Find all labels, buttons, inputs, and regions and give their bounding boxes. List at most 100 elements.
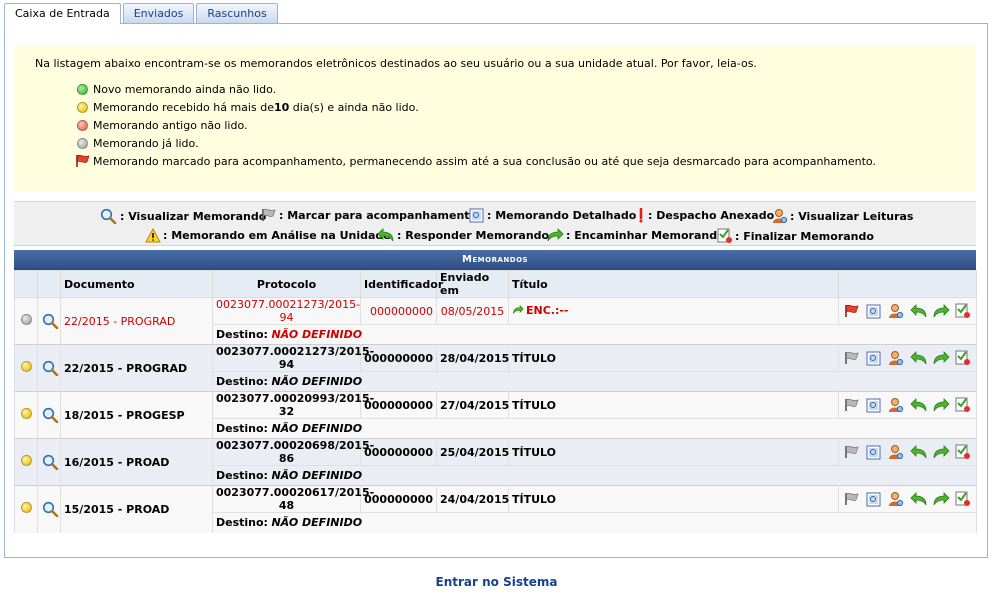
reply-arrow-icon xyxy=(377,228,395,243)
finalize-doc-icon[interactable] xyxy=(954,442,973,462)
forward-arrow-icon[interactable] xyxy=(931,442,950,462)
gray-flag-icon xyxy=(261,208,277,222)
user-reader-icon[interactable] xyxy=(887,301,906,321)
gray-flag-icon[interactable] xyxy=(842,442,861,462)
destino-label: Destino: xyxy=(216,469,268,482)
red-flag-icon[interactable] xyxy=(842,301,861,321)
forward-arrow-icon[interactable] xyxy=(931,301,950,321)
cell-titulo: TÍTULO xyxy=(508,344,839,372)
destino-label: Destino: xyxy=(216,328,268,341)
view-memo-button[interactable] xyxy=(41,405,61,425)
yellow-dot-icon xyxy=(20,455,32,466)
cell-documento: 22/2015 - PROGRAD xyxy=(60,297,213,345)
legend-marcar: : Marcar para acompanhamento xyxy=(261,208,477,222)
table-header-row: Documento Protocolo Identificador Enviad… xyxy=(14,270,977,298)
table-row: 15/2015 - PROAD 0023077.00020617/2015-48… xyxy=(14,485,977,533)
cell-enviado: 28/04/2015 xyxy=(436,344,509,372)
cell-enviado: 08/05/2015 xyxy=(436,297,509,325)
destino-value: NÃO DEFINIDO xyxy=(271,328,363,341)
gray-flag-icon[interactable] xyxy=(842,489,861,509)
col-titulo: Título xyxy=(508,270,839,298)
finalize-doc-icon[interactable] xyxy=(954,301,973,321)
legend-finalizar: : Finalizar Memorando xyxy=(717,228,874,244)
forward-arrow-icon xyxy=(546,228,564,243)
detail-doc-icon[interactable] xyxy=(864,348,883,368)
destino-value: NÃO DEFINIDO xyxy=(271,422,363,435)
reply-arrow-icon[interactable] xyxy=(909,395,928,415)
cell-protocolo: 0023077.00021273/2015-94 xyxy=(212,344,374,372)
reply-arrow-icon[interactable] xyxy=(909,301,928,321)
yellow-dot-icon xyxy=(20,408,32,419)
user-reader-icon[interactable] xyxy=(887,442,906,462)
legend-analise: : Memorando em Análise na Unidade xyxy=(145,228,391,243)
user-reader-icon[interactable] xyxy=(887,348,906,368)
red-dot-icon xyxy=(77,119,88,131)
forward-arrow-icon[interactable] xyxy=(931,395,950,415)
finalize-doc-icon[interactable] xyxy=(954,348,973,368)
table-caption: Memorandos xyxy=(14,250,976,270)
forward-arrow-icon[interactable] xyxy=(931,348,950,368)
table-row: 18/2015 - PROGESP 0023077.00020993/2015-… xyxy=(14,391,977,439)
cell-titulo: TÍTULO xyxy=(508,485,839,513)
cell-documento: 16/2015 - PROAD xyxy=(60,438,213,486)
magnifier-icon xyxy=(100,208,118,224)
user-reader-icon[interactable] xyxy=(887,395,906,415)
gray-flag-icon[interactable] xyxy=(842,348,861,368)
finalize-doc-icon[interactable] xyxy=(954,489,973,509)
cell-titulo: TÍTULO xyxy=(508,438,839,466)
col-enviado: Enviado em xyxy=(436,270,509,298)
info-box: Na listagem abaixo encontram-se os memor… xyxy=(14,45,976,192)
cell-identificador: 000000000 xyxy=(360,297,437,325)
encaminhado-title: ENC.:-- xyxy=(512,304,569,317)
login-link[interactable]: Entrar no Sistema xyxy=(0,575,993,589)
user-reader-icon xyxy=(772,208,788,224)
legend-visualizar: : Visualizar Memorando xyxy=(100,208,266,224)
view-memo-button[interactable] xyxy=(41,311,61,331)
reply-arrow-icon[interactable] xyxy=(909,442,928,462)
user-reader-icon[interactable] xyxy=(887,489,906,509)
cell-enviado: 24/04/2015 xyxy=(436,485,509,513)
gray-dot-icon xyxy=(77,137,88,149)
reply-arrow-icon[interactable] xyxy=(909,489,928,509)
view-memo-button[interactable] xyxy=(41,452,61,472)
tab-caixa-de-entrada[interactable]: Caixa de Entrada xyxy=(4,3,121,24)
detail-doc-icon[interactable] xyxy=(864,395,883,415)
cell-protocolo: 0023077.00021273/2015-94 xyxy=(212,297,361,325)
legend-responder: : Responder Memorando xyxy=(377,228,549,243)
yellow-dot-icon xyxy=(20,502,32,514)
detail-doc-icon[interactable] xyxy=(864,301,883,321)
exclamation-icon xyxy=(636,208,646,223)
legend-leituras: : Visualizar Leituras xyxy=(772,208,913,224)
destino-label: Destino: xyxy=(216,422,268,435)
cell-enviado: 27/04/2015 xyxy=(436,391,509,419)
col-protocolo: Protocolo xyxy=(212,270,361,298)
finalize-doc-icon[interactable] xyxy=(954,395,973,415)
destino-value: NÃO DEFINIDO xyxy=(271,375,363,388)
view-memo-button[interactable] xyxy=(41,358,61,378)
reply-arrow-icon[interactable] xyxy=(909,348,928,368)
legend-detalhado: : Memorando Detalhado xyxy=(469,208,636,223)
cell-protocolo: 0023077.00020698/2015-86 xyxy=(212,438,374,466)
forward-arrow-icon[interactable] xyxy=(931,489,950,509)
row-actions xyxy=(842,301,973,321)
yellow-dot-icon xyxy=(20,361,32,372)
cell-documento: 18/2015 - PROGESP xyxy=(60,391,213,439)
tab-bar: Caixa de Entrada Enviados Rascunhos xyxy=(4,3,280,24)
destino-value: NÃO DEFINIDO xyxy=(271,516,363,530)
view-memo-button[interactable] xyxy=(41,499,61,519)
gray-flag-icon[interactable] xyxy=(842,395,861,415)
legend-flagged: Memorando marcado para acompanhamento, p… xyxy=(75,154,876,168)
row-actions xyxy=(842,442,973,462)
destino-label: Destino: xyxy=(216,375,268,388)
row-actions xyxy=(842,348,973,368)
detail-doc-icon[interactable] xyxy=(864,489,883,509)
memorandos-table: Memorandos Documento Protocolo Identific… xyxy=(14,250,977,533)
table-row: 22/2015 - PROGRAD 0023077.00021273/2015-… xyxy=(14,344,977,392)
detail-doc-icon[interactable] xyxy=(864,442,883,462)
legend-old-unread-days: Memorando recebido há mais de 10 dia(s) … xyxy=(77,100,419,114)
tab-rascunhos[interactable]: Rascunhos xyxy=(196,3,278,23)
col-documento: Documento xyxy=(60,270,213,298)
col-identificador: Identificador xyxy=(360,270,443,298)
tab-enviados[interactable]: Enviados xyxy=(122,3,195,23)
info-intro: Na listagem abaixo encontram-se os memor… xyxy=(35,57,757,70)
